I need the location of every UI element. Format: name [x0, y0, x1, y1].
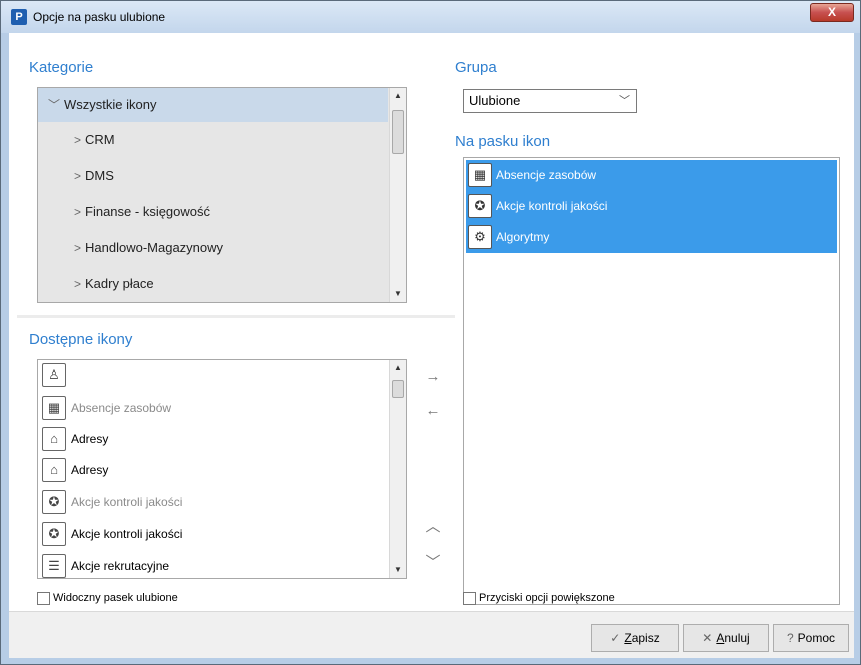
title-bar[interactable]: P Opcje na pasku ulubione X: [1, 1, 860, 33]
tree-item-kadry[interactable]: > Kadry płace: [38, 267, 388, 301]
list-item[interactable]: ▦ Absencje zasobów: [466, 160, 837, 191]
list-item[interactable]: ▦ Absencje zasobów: [38, 393, 388, 424]
visible-bar-checkbox[interactable]: Widoczny pasek ulubione: [37, 591, 178, 607]
help-label: Pomoc: [797, 631, 836, 645]
dialog-body: Kategorie ﹀ Wszystkie ikony > CRM > DMS > Fi…: [9, 33, 854, 658]
list-item[interactable]: ☰ Akcje rekrutacyjne: [38, 551, 388, 578]
scroll-down-icon[interactable]: ▼: [390, 286, 406, 302]
enlarged-buttons-checkbox[interactable]: Przyciski opcji powiększone: [463, 591, 615, 607]
scroll-up-icon[interactable]: ▲: [390, 88, 406, 104]
tree-item-root[interactable]: ﹀ Wszystkie ikony: [38, 88, 388, 122]
save-label: apisz: [631, 631, 660, 645]
dostepne-label: Dostępne ikony: [29, 331, 133, 348]
list-item[interactable]: ⌂ Adresy: [38, 455, 388, 486]
chevron-right-icon: >: [74, 205, 82, 219]
calendar-icon: ▦: [468, 163, 492, 187]
quality-badge-icon: ✪: [468, 194, 492, 218]
tree-item-label: Wszystkie ikony: [64, 97, 157, 112]
checkbox-box[interactable]: [37, 591, 50, 605]
recruitment-form-icon: ☰: [42, 554, 66, 578]
scroll-thumb[interactable]: [392, 110, 404, 154]
grupa-label: Grupa: [455, 59, 497, 76]
save-button[interactable]: ✓ Zapisz: [591, 624, 679, 652]
toolbar-icons-list[interactable]: ▦ Absencje zasobów ✪ Akcje kontroli jakośc…: [463, 157, 840, 605]
dialog-footer: ✓ Zapisz ✕ Anuluj ? Pomoc: [9, 611, 854, 658]
close-button[interactable]: X: [810, 3, 854, 22]
tree-item-handlowo[interactable]: > Handlowo-Magazynowy: [38, 231, 388, 265]
chevron-down-icon: ﹀: [619, 95, 630, 107]
checkbox-label: Widoczny pasek ulubione: [53, 592, 178, 604]
list-item-label: Akcje kontroli jakości: [496, 199, 608, 213]
list-item-label: Algorytmy: [496, 230, 550, 244]
tree-item-label: Handlowo-Magazynowy: [85, 240, 224, 255]
window-title: Opcje na pasku ulubione: [33, 10, 166, 24]
quality-badge-icon: ✪: [42, 490, 66, 514]
scroll-up-icon[interactable]: ▲: [390, 360, 406, 376]
scroll-down-icon[interactable]: ▼: [390, 562, 406, 578]
list-item[interactable]: ♙: [38, 360, 388, 391]
app-logo-icon: P: [11, 9, 27, 25]
tree-item-label: CRM: [85, 132, 115, 147]
help-icon: ?: [786, 631, 794, 645]
checkbox-label: Przyciski opcji powiększone: [479, 592, 615, 604]
address-building-icon: ⌂: [42, 427, 66, 451]
available-icons-list[interactable]: ♙ ▦ Absencje zasobów ⌂ Adresy ⌂ Adresy ✪ Akc…: [37, 359, 407, 579]
move-up-button[interactable]: ︿: [423, 517, 443, 537]
calendar-icon: ▦: [42, 396, 66, 420]
algorithm-icon: ⚙: [468, 225, 492, 249]
help-button[interactable]: ? Pomoc: [773, 624, 849, 652]
list-item-label: Absencje zasobów: [71, 401, 172, 415]
na-pasku-label: Na pasku ikon: [455, 133, 551, 150]
save-mnemonic: Z: [624, 631, 632, 645]
list-item[interactable]: ⌂ Adresy: [38, 424, 388, 455]
chevron-right-icon: >: [74, 277, 82, 291]
list-item[interactable]: ✪ Akcje kontroli jakości: [38, 519, 388, 550]
tree-item-dms[interactable]: > DMS: [38, 159, 388, 193]
list-item-label: Akcje rekrutacyjne: [71, 559, 170, 573]
check-icon: ✓: [610, 631, 621, 645]
list-item[interactable]: ✪ Akcje kontroli jakości: [38, 487, 388, 518]
chevron-right-icon: >: [74, 133, 82, 147]
dialog-window: P Opcje na pasku ulubione X Kategorie ﹀ W…: [0, 0, 861, 665]
list-item-label: Akcje kontroli jakości: [71, 495, 183, 509]
move-down-button[interactable]: ﹀: [423, 553, 443, 573]
kategorie-label: Kategorie: [29, 59, 94, 76]
cancel-label: nuluj: [724, 631, 750, 645]
categories-tree[interactable]: ﹀ Wszystkie ikony > CRM > DMS > Finanse - ks…: [37, 87, 407, 303]
section-divider: [17, 315, 455, 318]
chevron-right-icon: >: [74, 169, 82, 183]
group-select-value: Ulubione: [469, 93, 521, 108]
tree-item-label: DMS: [85, 168, 114, 183]
list-item-label: Adresy: [71, 463, 109, 477]
cancel-button[interactable]: ✕ Anuluj: [683, 624, 769, 652]
checkbox-box[interactable]: [463, 591, 476, 605]
available-scrollbar[interactable]: ▲ ▼: [389, 360, 406, 578]
address-building-icon: ⌂: [42, 458, 66, 482]
quality-badge-icon: ✪: [42, 522, 66, 546]
list-item-label: Absencje zasobów: [496, 168, 597, 182]
list-item[interactable]: ✪ Akcje kontroli jakości: [466, 191, 837, 222]
chevron-down-icon: ﹀: [48, 98, 61, 112]
chevron-right-icon: >: [74, 241, 82, 255]
scroll-thumb[interactable]: [392, 380, 404, 398]
tree-item-label: Kadry płace: [85, 276, 154, 291]
tree-scrollbar[interactable]: ▲ ▼: [389, 88, 406, 302]
remove-arrow-button[interactable]: ←: [423, 401, 443, 421]
tree-item-crm[interactable]: > CRM: [38, 123, 388, 157]
tree-item-label: Finanse - księgowość: [85, 204, 211, 219]
close-x-icon: ✕: [702, 631, 713, 645]
list-item[interactable]: ⚙ Algorytmy: [466, 222, 837, 253]
tree-item-finanse[interactable]: > Finanse - księgowość: [38, 195, 388, 229]
add-arrow-button[interactable]: →: [423, 367, 443, 387]
group-select[interactable]: Ulubione ﹀: [463, 89, 637, 113]
list-item-label: Akcje kontroli jakości: [71, 527, 183, 541]
list-item-label: Adresy: [71, 432, 109, 446]
user-document-icon: ♙: [42, 363, 66, 387]
